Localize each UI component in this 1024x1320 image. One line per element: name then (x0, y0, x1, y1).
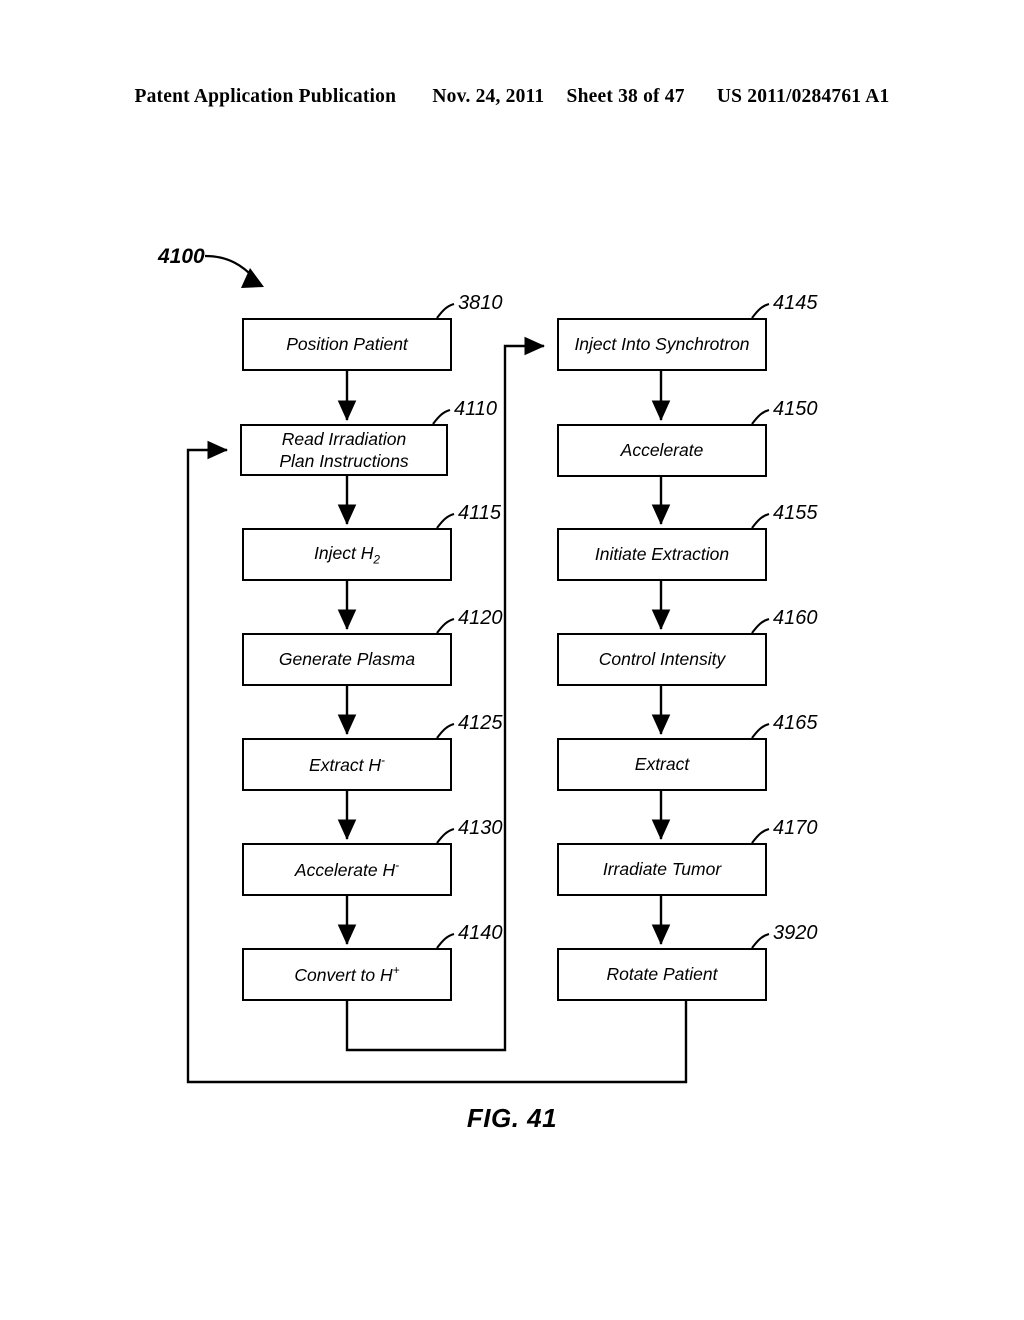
flow-node-position-patient[interactable]: Position Patient (242, 318, 452, 371)
figure-caption: FIG. 41 (466, 1103, 558, 1133)
flow-node-label: Accelerate H- (294, 857, 400, 880)
ref-number-4165: 4165 (773, 712, 818, 734)
ref-number-4145: 4145 (773, 292, 818, 314)
ref-leader-4130 (436, 827, 455, 844)
flow-node-accelerate[interactable]: Accelerate (557, 424, 767, 477)
ref-leader-4120 (436, 617, 455, 634)
flow-node-convert-to-h-plus[interactable]: Convert to H+ (242, 948, 452, 1001)
ref-number-4125: 4125 (458, 712, 503, 734)
flow-node-read-irradiation-plan-instructions[interactable]: Read Irradiation Plan Instructions (240, 424, 448, 476)
ref-leader-4140 (436, 932, 455, 949)
ref-number-4130: 4130 (458, 817, 503, 839)
ref-leader-3920 (751, 932, 770, 949)
ref-number-4110: 4110 (454, 398, 498, 420)
flow-node-label: Control Intensity (598, 649, 726, 670)
ref-number-3920: 3920 (773, 922, 818, 944)
ref-number-4150: 4150 (773, 398, 818, 420)
flow-node-inject-into-synchrotron[interactable]: Inject Into Synchrotron (557, 318, 767, 371)
flow-node-label: Generate Plasma (278, 649, 416, 670)
flow-node-irradiate-tumor[interactable]: Irradiate Tumor (557, 843, 767, 896)
flow-node-label: Rotate Patient (606, 964, 718, 985)
ref-leader-4125 (436, 722, 455, 739)
ref-leader-4165 (751, 722, 770, 739)
flow-node-label: Extract H- (309, 752, 385, 775)
flow-node-initiate-extraction[interactable]: Initiate Extraction (557, 528, 767, 581)
flow-node-generate-plasma[interactable]: Generate Plasma (242, 633, 452, 686)
flow-node-label: Irradiate Tumor (602, 859, 722, 880)
flow-node-label: Position Patient (286, 334, 408, 355)
flow-node-extract-h-minus[interactable]: Extract H- (242, 738, 452, 791)
ref-leader-4160 (751, 617, 770, 634)
ref-leader-4170 (751, 827, 770, 844)
ref-leader-4150 (751, 408, 770, 425)
flow-node-label: Inject H2 (314, 542, 380, 567)
flow-node-accelerate-h-minus[interactable]: Accelerate H- (242, 843, 452, 896)
flow-node-label: Inject Into Synchrotron (574, 334, 750, 355)
flow-node-label: Convert to H+ (294, 962, 400, 985)
ref-number-4160: 4160 (773, 607, 818, 629)
flow-node-label: Accelerate (620, 440, 704, 461)
ref-number-4155: 4155 (773, 502, 818, 524)
flow-node-label: Initiate Extraction (594, 544, 730, 565)
ref-number-4120: 4120 (458, 607, 503, 629)
ref-number-3810: 3810 (458, 292, 503, 314)
flow-node-label: Read Irradiation Plan Instructions (279, 428, 409, 471)
figure-id-pointer-arrowhead (241, 268, 264, 288)
ref-leader-4155 (751, 512, 770, 529)
flow-node-inject-h2[interactable]: Inject H2 (242, 528, 452, 581)
flow-node-label: Extract (634, 754, 690, 775)
ref-leader-4115 (436, 512, 455, 529)
ref-number-4170: 4170 (773, 817, 818, 839)
flow-node-rotate-patient[interactable]: Rotate Patient (557, 948, 767, 1001)
ref-leader-4145 (751, 302, 770, 319)
ref-leader-3810 (436, 302, 455, 319)
ref-leader-4110 (432, 408, 451, 425)
flow-node-control-intensity[interactable]: Control Intensity (557, 633, 767, 686)
ref-number-4140: 4140 (458, 922, 503, 944)
ref-number-4115: 4115 (458, 502, 502, 524)
flow-node-extract[interactable]: Extract (557, 738, 767, 791)
